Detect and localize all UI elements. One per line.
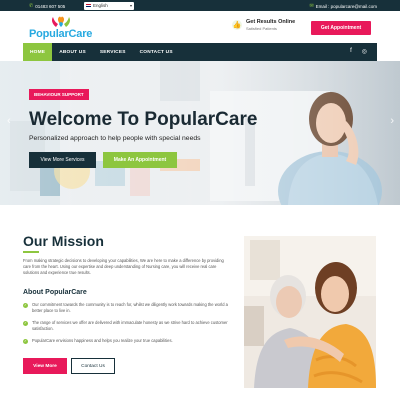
logo[interactable]: PopularCare [29,14,95,41]
email-icon: ✉ [309,3,314,9]
top-bar: ✆ 01483 607 505 English ▾ ✉ Email : popu… [0,0,400,11]
hands-logo-icon [52,16,70,27]
nav-item-contact-us[interactable]: CONTACT US [133,43,180,61]
phone-icon: ✆ [29,3,34,9]
instagram-icon[interactable]: ◎ [362,48,367,55]
get-appointment-button[interactable]: Get Appointment [311,21,371,35]
make-appointment-button[interactable]: Make An Appointment [103,152,177,168]
list-item: ✓ The range of services we offer are del… [23,320,228,332]
results-title: Get Results Online [246,19,296,25]
hero-subtitle: Personalized approach to help people wit… [29,135,201,142]
mission-title: Our Mission [23,233,104,249]
about-title: About PopularCare [23,289,87,296]
list-item: ✓ Our commitment towards the community i… [23,302,228,314]
flag-icon [86,3,91,8]
language-label: English [93,3,108,8]
results-online[interactable]: 👍 Get Results Online Satisfied Patients [232,19,295,31]
point-text: The range of services we offer are deliv… [32,320,228,331]
check-icon: ✓ [23,320,28,326]
hero-badge: BEHAVIOUR SUPPORT [29,89,89,100]
header: PopularCare 👍 Get Results Online Satisfi… [0,11,400,43]
nav-item-home[interactable]: HOME [23,43,53,61]
social-links: f ◎ [350,48,367,55]
results-subtitle: Satisfied Patients [246,26,277,31]
phone-number: 01483 607 505 [35,3,66,9]
hero-slider: ‹ › BEHAVIOUR SUPPORT Welcome To Popular… [0,61,400,205]
chevron-down-icon: ▾ [129,2,132,8]
email-text: Email : popularcare@mail.com [315,3,377,9]
slider-next-icon[interactable]: › [390,115,394,127]
check-icon: ✓ [23,338,28,344]
hero-title: Welcome To PopularCare [29,109,258,130]
hero-background-image [0,61,400,205]
slider-prev-icon[interactable]: ‹ [7,115,11,127]
title-underline [23,251,39,253]
logo-text: PopularCare [29,28,93,40]
contact-us-button[interactable]: Contact Us [71,358,115,374]
language-select[interactable]: English ▾ [84,1,134,10]
point-text: PopularCare envisions happiness and help… [32,338,173,343]
point-text: Our commitment towards the community is … [32,302,228,313]
caregiver-photo [244,236,376,388]
main-nav: HOME ABOUT US SERVICES CONTACT US f ◎ [23,43,377,61]
phone-info[interactable]: ✆ 01483 607 505 [29,3,65,9]
check-icon: ✓ [23,302,28,308]
nav-item-about-us[interactable]: ABOUT US [52,43,93,61]
facebook-icon[interactable]: f [350,48,352,55]
email-info[interactable]: ✉ Email : popularcare@mail.com [309,3,377,9]
nav-item-services[interactable]: SERVICES [93,43,133,61]
thumbs-up-icon: 👍 [232,20,242,30]
mission-text: From making strategic decisions to devel… [23,258,224,275]
view-more-services-button[interactable]: View More Services [29,152,96,168]
view-more-button[interactable]: View More [23,358,67,374]
list-item: ✓ PopularCare envisions happiness and he… [23,338,228,344]
